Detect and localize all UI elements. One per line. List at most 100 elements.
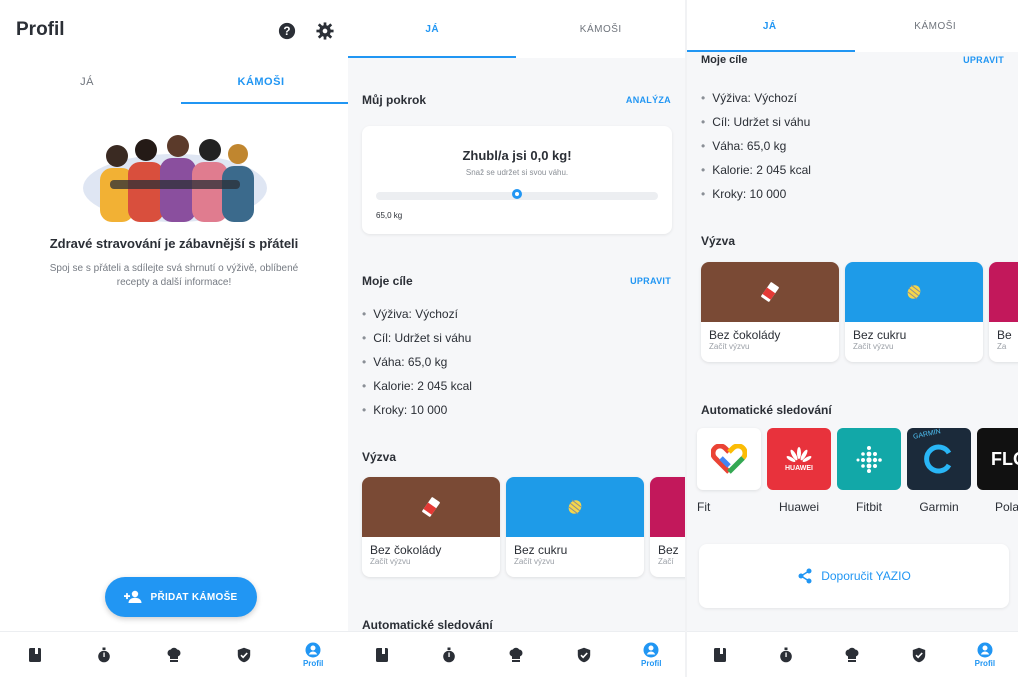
nav-profile[interactable]: Profil [965,642,1005,668]
nav-recipes[interactable] [154,647,194,663]
chef-hat-icon [845,647,859,662]
nav-profile-label: Profil [974,658,996,668]
share-icon [798,568,812,584]
challenge-image [506,477,644,537]
challenge-card[interactable]: Be Za [989,262,1018,362]
nav-profile[interactable]: Profil [293,642,333,668]
bottom-nav: Profil [687,631,1018,677]
gear-icon[interactable] [316,22,334,40]
progress-card[interactable]: Zhubl/a jsi 0,0 kg! Snaž se udržet si sv… [362,126,672,234]
shield-check-icon [237,647,250,662]
stopwatch-icon [780,647,793,662]
app-huawei[interactable]: HUAWEI Huawei [767,428,831,514]
me-screen: JÁ KÁMOŠI Můj pokrok ANALÝZA Zhubl/a jsi… [348,0,685,677]
friends-illustration [83,135,267,222]
recommend-yazio-button[interactable]: Doporučit YAZIO [699,544,1009,608]
profile-icon [977,642,993,657]
nav-profile-label: Profil [641,658,662,668]
challenge-title: Výzva [701,234,736,248]
add-friends-button[interactable]: PŘIDAT KÁMOŠE [105,577,257,617]
nav-diary[interactable] [700,647,740,663]
progress-title: Můj pokrok [362,93,427,107]
challenge-card[interactable]: Bez čokolády Začít výzvu [701,262,839,362]
progress-header: Můj pokrok ANALÝZA [348,93,685,107]
app-label: Fitbit [855,500,882,514]
challenge-card[interactable]: Bez cukru Začít výzvu [506,477,644,577]
chef-hat-icon [167,647,181,662]
edit-goals-link[interactable]: UPRAVIT [963,55,1004,65]
profile-tabs: JÁ KÁMOŠI [0,60,348,104]
friends-screen: Profil ? JÁ KÁMOŠI Zdravé stravování je … [0,0,348,677]
google-fit-icon [697,428,761,490]
app-fitbit[interactable]: Fitbit [837,428,901,514]
app-garmin[interactable]: GARMIN Garmin [907,428,971,514]
nav-fasting[interactable] [766,647,806,663]
diary-icon [714,647,727,662]
edit-goals-link[interactable]: UPRAVIT [630,276,671,286]
tab-me[interactable]: JÁ [348,0,517,58]
challenge-image [701,262,839,322]
app-label: Fit [697,500,711,514]
tracking-title: Automatické sledování [701,403,832,417]
app-polar[interactable]: FLO Polar [977,428,1018,514]
challenge-name: Bez čokolády [370,543,442,557]
nav-pro[interactable] [224,647,264,663]
challenge-card[interactable]: Bez čokolády Začít výzvu [362,477,500,577]
progress-weight: 65,0 kg [376,211,403,220]
add-friends-label: PŘIDAT KÁMOŠE [150,591,238,603]
challenge-card[interactable]: Bez Začí [650,477,685,577]
nav-diary[interactable] [15,647,55,663]
challenge-image [650,477,685,537]
challenge-image [845,262,983,322]
goals-header: Moje cíle UPRAVIT [687,54,1018,66]
profile-icon [643,642,659,657]
app-label: Polar [994,500,1018,514]
challenge-list: Bez čokolády Začít výzvu Bez cukru Začít… [687,262,1018,362]
nav-fasting[interactable] [84,647,124,663]
tab-friends[interactable]: KÁMOŠI [174,60,348,104]
chef-hat-icon [509,647,523,662]
recommend-label: Doporučit YAZIO [821,569,911,583]
progress-card-subtitle: Snaž se udržet si svou váhu. [465,168,569,177]
goal-item: Kalorie: 2 045 kcal [701,158,811,182]
me-screen-scrolled: Moje cíle UPRAVIT JÁ KÁMOŠI Výživa: Vých… [687,0,1018,677]
progress-card-title: Zhubl/a jsi 0,0 kg! [462,148,572,163]
huawei-icon: HUAWEI [767,428,831,490]
challenge-name: Bez [658,543,679,557]
diary-icon [375,647,388,662]
nav-fasting[interactable] [429,647,469,663]
polar-logo-text: FLO [991,448,1018,469]
garmin-icon: GARMIN [907,428,971,490]
app-label: Huawei [778,500,820,514]
tab-me[interactable]: JÁ [687,0,853,52]
nav-recipes[interactable] [832,647,872,663]
empty-state-title: Zdravé stravování je zábavnější s přátel… [49,236,299,251]
nav-pro[interactable] [564,647,604,663]
progress-marker [512,189,522,199]
chocolate-icon [422,497,440,517]
tab-friends[interactable]: KÁMOŠI [517,0,686,58]
nav-pro[interactable] [899,647,939,663]
challenge-list: Bez čokolády Začít výzvu Bez cukru Začít… [348,477,685,577]
screens: Profil ? JÁ KÁMOŠI Zdravé stravování je … [0,0,1018,677]
challenge-name: Bez cukru [514,543,568,557]
stopwatch-icon [443,647,455,662]
tracking-apps: Fit HUAWEI Huawei Fitbit GARMIN Garmin F… [687,428,1018,514]
challenge-name: Bez cukru [853,328,907,342]
analysis-link[interactable]: ANALÝZA [626,95,671,105]
help-icon[interactable]: ? [278,22,296,40]
shield-check-icon [577,647,591,662]
shield-check-icon [912,647,925,662]
app-google-fit[interactable]: Fit [697,428,761,514]
nav-profile[interactable]: Profil [631,642,671,668]
goals-title: Moje cíle [362,274,413,288]
nav-recipes[interactable] [496,647,536,663]
tab-me[interactable]: JÁ [0,60,174,104]
challenge-name: Be [997,328,1012,342]
challenge-card[interactable]: Bez cukru Začít výzvu [845,262,983,362]
add-person-icon [124,590,142,603]
goals-header: Moje cíle UPRAVIT [348,274,685,288]
nav-diary[interactable] [362,647,402,663]
tab-friends[interactable]: KÁMOŠI [853,0,1018,52]
stopwatch-icon [98,647,111,662]
